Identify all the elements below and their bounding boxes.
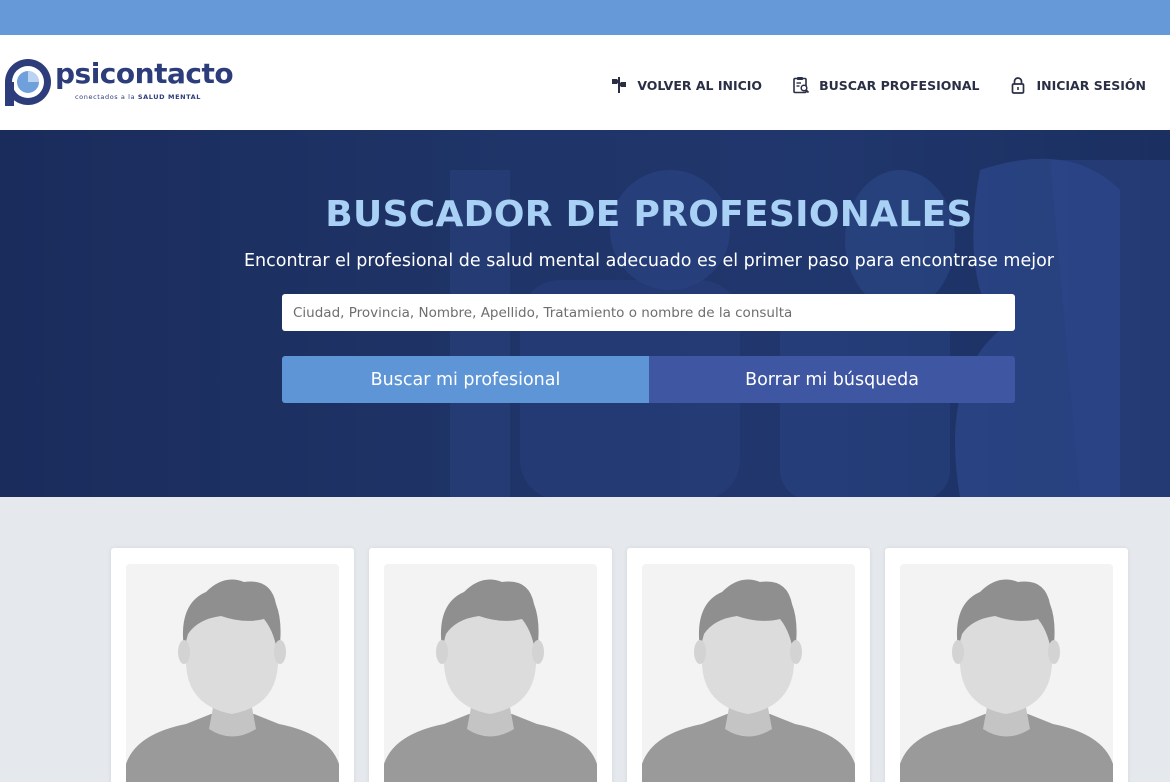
avatar-placeholder-icon: [126, 579, 339, 782]
avatar: [126, 564, 339, 782]
nav-item-buscar-profesional[interactable]: BUSCAR PROFESIONAL: [792, 76, 979, 94]
logo-tagline: conectados a la SALUD MENTAL: [75, 93, 202, 101]
nav-item-volver-al-inicio[interactable]: VOLVER AL INICIO: [610, 76, 762, 94]
nav-label: INICIAR SESIÓN: [1036, 77, 1146, 93]
psicontacto-logo[interactable]: psicontacto conectados a la SALUD MENTAL: [3, 57, 234, 109]
site-header: psicontacto conectados a la SALUD MENTAL…: [0, 35, 1170, 130]
nav-label: BUSCAR PROFESIONAL: [819, 77, 980, 93]
page-title: BUSCADOR DE PROFESIONALES: [325, 194, 973, 235]
search-input[interactable]: [282, 294, 1015, 331]
clear-search-button[interactable]: Borrar mi búsqueda: [649, 356, 1015, 403]
nav-label: VOLVER AL INICIO: [637, 77, 763, 93]
avatar-placeholder-icon: [642, 579, 855, 782]
search-hero: BUSCADOR DE PROFESIONALES Encontrar el p…: [0, 130, 1170, 497]
professionals-grid: [0, 497, 1170, 782]
clipboard-search-icon: [793, 77, 810, 94]
logo-wordmark: psicontacto: [55, 57, 234, 90]
avatar: [642, 564, 855, 782]
professional-card[interactable]: [111, 548, 354, 782]
search-button[interactable]: Buscar mi profesional: [282, 356, 649, 403]
lock-icon: [1012, 77, 1025, 94]
avatar-placeholder-icon: [900, 579, 1113, 782]
main-nav: VOLVER AL INICIO BUSCAR PROFESIONAL INIC…: [580, 76, 1146, 94]
logo-mark-icon: [5, 59, 51, 106]
nav-item-iniciar-sesion[interactable]: INICIAR SESIÓN: [1009, 76, 1146, 94]
top-accent-bar: [0, 0, 1170, 35]
avatar: [384, 564, 597, 782]
hero-subtitle: Encontrar el profesional de salud mental…: [244, 251, 1054, 271]
professional-card[interactable]: [885, 548, 1128, 782]
signpost-icon: [612, 77, 627, 93]
avatar: [900, 564, 1113, 782]
professional-card[interactable]: [627, 548, 870, 782]
professional-card[interactable]: [369, 548, 612, 782]
avatar-placeholder-icon: [384, 579, 597, 782]
